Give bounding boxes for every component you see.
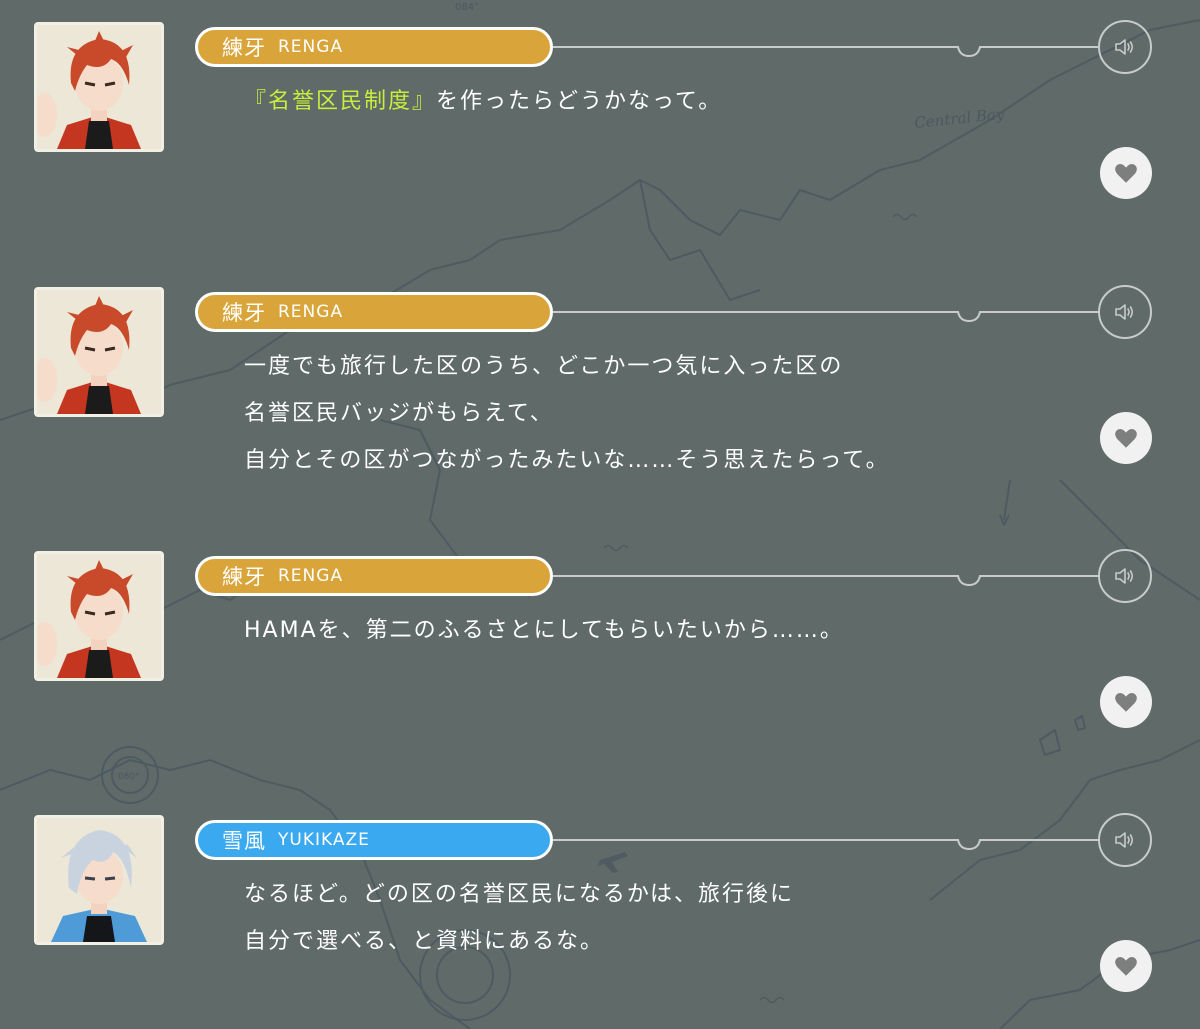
message-row: 練牙 RENGA 『名誉区民制度』を作ったらどうかなって。 (0, 0, 1200, 263)
speaker-name-en: YUKIKAZE (278, 830, 370, 850)
highlighted-term: 『名誉区民制度』 (244, 89, 437, 114)
message-line: 一度でも旅行した区のうち、どこか一つ気に入った区の (244, 354, 844, 379)
speaker-name-tag: 練牙 RENGA (195, 27, 553, 67)
speaker-name-en: RENGA (278, 37, 344, 57)
speaker-name-tag: 練牙 RENGA (195, 292, 553, 332)
connector-line (553, 839, 1100, 851)
speaker-name-jp: 練牙 (222, 301, 266, 325)
renga-avatar[interactable] (34, 22, 164, 152)
speaker-name-jp: 練牙 (222, 565, 266, 589)
voice-play-button[interactable] (1098, 285, 1152, 339)
speaker-name-tag: 雪風 YUKIKAZE (195, 820, 553, 860)
heart-icon (1115, 956, 1137, 976)
speaker-icon (1115, 39, 1134, 55)
speaker-name-en: RENGA (278, 566, 344, 586)
renga-avatar[interactable] (34, 551, 164, 681)
message-line-text: を作ったらどうかなって。 (436, 89, 723, 114)
message-row: 雪風 YUKIKAZE なるほど。どの区の名誉区民になるかは、旅行後に 自分で選… (0, 793, 1200, 1029)
connector-line (553, 311, 1100, 323)
connector-line (553, 46, 1100, 58)
heart-icon (1115, 692, 1137, 712)
message-line: 『名誉区民制度』を作ったらどうかなって。 (244, 78, 722, 125)
like-button[interactable] (1100, 940, 1152, 992)
heart-icon (1115, 428, 1137, 448)
yukikaze-avatar[interactable] (34, 815, 164, 945)
message-line: HAMAを、第二のふるさとにしてもらいたいから……。 (244, 618, 844, 643)
voice-play-button[interactable] (1098, 20, 1152, 74)
like-button[interactable] (1100, 676, 1152, 728)
message-line: なるほど。どの区の名誉区民になるかは、旅行後に (244, 882, 795, 907)
heart-icon (1115, 163, 1137, 183)
renga-avatar[interactable] (34, 287, 164, 417)
connector-line (553, 575, 1100, 587)
message-line: 自分で選べる、と資料にあるな。 (244, 929, 605, 954)
speaker-name-en: RENGA (278, 302, 344, 322)
speaker-icon (1115, 568, 1134, 584)
message-line: 自分とその区がつながったみたいな……そう思えたらって。 (244, 448, 890, 473)
message-text: なるほど。どの区の名誉区民になるかは、旅行後に 自分で選べる、と資料にあるな。 (244, 871, 794, 965)
speaker-icon (1115, 832, 1134, 848)
dialogue-log-screen: Central Bay 084° 080° 練牙 RENGA 『名誉区民制度』を… (0, 0, 1200, 1029)
speaker-name-tag: 練牙 RENGA (195, 556, 553, 596)
speaker-name-jp: 練牙 (222, 36, 266, 60)
message-text: HAMAを、第二のふるさとにしてもらいたいから……。 (244, 607, 844, 654)
voice-play-button[interactable] (1098, 549, 1152, 603)
message-row: 練牙 RENGA 一度でも旅行した区のうち、どこか一つ気に入った区の 名誉区民バ… (0, 265, 1200, 528)
like-button[interactable] (1100, 147, 1152, 199)
message-text: 『名誉区民制度』を作ったらどうかなって。 (244, 78, 722, 125)
message-line: 名誉区民バッジがもらえて、 (244, 401, 554, 426)
like-button[interactable] (1100, 412, 1152, 464)
speaker-name-jp: 雪風 (222, 829, 266, 853)
voice-play-button[interactable] (1098, 813, 1152, 867)
message-row: 練牙 RENGA HAMAを、第二のふるさとにしてもらいたいから……。 (0, 529, 1200, 792)
speaker-icon (1115, 304, 1134, 320)
message-text: 一度でも旅行した区のうち、どこか一つ気に入った区の 名誉区民バッジがもらえて、 … (244, 343, 890, 484)
